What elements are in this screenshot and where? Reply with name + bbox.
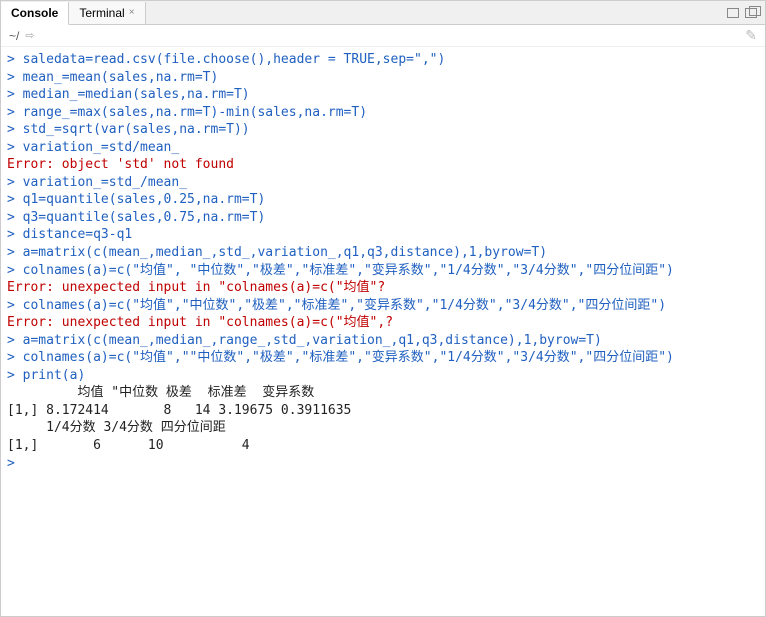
console-input-line: > xyxy=(7,455,759,473)
console-error-line: Error: unexpected input in "colnames(a)=… xyxy=(7,314,759,332)
console-input-line: > colnames(a)=c("均值","中位数","极差","标准差","变… xyxy=(7,297,759,315)
console-input-line: > distance=q3-q1 xyxy=(7,226,759,244)
prompt: > xyxy=(7,333,23,348)
console-panel: Console Terminal × ~/ ⇨ ✎ > saledata=rea… xyxy=(0,0,766,617)
prompt: > xyxy=(7,175,23,190)
line-text: range_=max(sales,na.rm=T)-min(sales,na.r… xyxy=(23,105,367,120)
restore-icon[interactable] xyxy=(745,8,757,18)
console-input-line: > colnames(a)=c("均值",""中位数","极差","标准差","… xyxy=(7,349,759,367)
console-output[interactable]: > saledata=read.csv(file.choose(),header… xyxy=(1,47,765,616)
minimize-icon[interactable] xyxy=(727,8,739,18)
line-text: print(a) xyxy=(23,368,86,383)
console-input-line: > saledata=read.csv(file.choose(),header… xyxy=(7,51,759,69)
toolbar-left: ~/ ⇨ xyxy=(9,29,745,43)
close-icon[interactable]: × xyxy=(129,7,135,18)
line-text: std_=sqrt(var(sales,na.rm=T)) xyxy=(23,122,250,137)
console-input-line: > median_=median(sales,na.rm=T) xyxy=(7,86,759,104)
line-text: Error: unexpected input in "colnames(a)=… xyxy=(7,280,385,295)
console-error-line: Error: object 'std' not found xyxy=(7,156,759,174)
console-input-line: > range_=max(sales,na.rm=T)-min(sales,na… xyxy=(7,104,759,122)
nav-arrow-icon[interactable]: ⇨ xyxy=(25,29,34,42)
console-input-line: > colnames(a)=c("均值", "中位数","极差","标准差","… xyxy=(7,262,759,280)
prompt: > xyxy=(7,192,23,207)
console-output-line: 均值 "中位数 极差 标准差 变异系数 xyxy=(7,384,759,402)
line-text: a=matrix(c(mean_,median_,range_,std_,var… xyxy=(23,333,602,348)
line-text: [1,] 6 10 4 xyxy=(7,438,250,453)
tab-label: Terminal xyxy=(79,6,124,20)
line-text: colnames(a)=c("均值","中位数","极差","标准差","变异系… xyxy=(23,298,666,313)
line-text: Error: object 'std' not found xyxy=(7,157,234,172)
tab-bar: Console Terminal × xyxy=(1,1,765,25)
prompt: > xyxy=(7,227,23,242)
console-input-line: > q1=quantile(sales,0.25,na.rm=T) xyxy=(7,191,759,209)
line-text: colnames(a)=c("均值", "中位数","极差","标准差","变异… xyxy=(23,263,674,278)
line-text: variation_=std/mean_ xyxy=(23,140,180,155)
tab-console[interactable]: Console xyxy=(1,2,69,25)
tab-label: Console xyxy=(11,6,58,20)
line-text: 均值 "中位数 极差 标准差 变异系数 xyxy=(7,385,314,400)
console-input-line: > a=matrix(c(mean_,median_,range_,std_,v… xyxy=(7,332,759,350)
console-input-line: > variation_=std/mean_ xyxy=(7,139,759,157)
prompt: > xyxy=(7,210,23,225)
line-text: q1=quantile(sales,0.25,na.rm=T) xyxy=(23,192,266,207)
prompt: > xyxy=(7,87,23,102)
console-input-line: > a=matrix(c(mean_,median_,std_,variatio… xyxy=(7,244,759,262)
line-text: colnames(a)=c("均值",""中位数","极差","标准差","变异… xyxy=(23,350,674,365)
console-output-line: [1,] 6 10 4 xyxy=(7,437,759,455)
cwd-label: ~/ xyxy=(9,29,19,43)
console-input-line: > mean_=mean(sales,na.rm=T) xyxy=(7,69,759,87)
console-error-line: Error: unexpected input in "colnames(a)=… xyxy=(7,279,759,297)
line-text: variation_=std_/mean_ xyxy=(23,175,187,190)
prompt: > xyxy=(7,122,23,137)
console-output-line: [1,] 8.172414 8 14 3.19675 0.3911635 xyxy=(7,402,759,420)
line-text: mean_=mean(sales,na.rm=T) xyxy=(23,70,219,85)
line-text: 1/4分数 3/4分数 四分位间距 xyxy=(7,420,226,435)
prompt: > xyxy=(7,70,23,85)
console-toolbar: ~/ ⇨ ✎ xyxy=(1,25,765,47)
line-text: median_=median(sales,na.rm=T) xyxy=(23,87,250,102)
prompt: > xyxy=(7,105,23,120)
line-text: q3=quantile(sales,0.75,na.rm=T) xyxy=(23,210,266,225)
console-output-line: 1/4分数 3/4分数 四分位间距 xyxy=(7,419,759,437)
prompt: > xyxy=(7,368,23,383)
console-input-line: > q3=quantile(sales,0.75,na.rm=T) xyxy=(7,209,759,227)
line-text: distance=q3-q1 xyxy=(23,227,133,242)
clear-console-icon[interactable]: ✎ xyxy=(745,27,757,44)
prompt: > xyxy=(7,350,23,365)
tab-terminal[interactable]: Terminal × xyxy=(69,2,145,24)
prompt: > xyxy=(7,456,23,471)
prompt: > xyxy=(7,52,23,67)
line-text: Error: unexpected input in "colnames(a)=… xyxy=(7,315,393,330)
line-text: saledata=read.csv(file.choose(),header =… xyxy=(23,52,446,67)
console-input-line: > std_=sqrt(var(sales,na.rm=T)) xyxy=(7,121,759,139)
prompt: > xyxy=(7,263,23,278)
console-input-line: > variation_=std_/mean_ xyxy=(7,174,759,192)
line-text: [1,] 8.172414 8 14 3.19675 0.3911635 xyxy=(7,403,351,418)
prompt: > xyxy=(7,298,23,313)
prompt: > xyxy=(7,245,23,260)
console-input-line: > print(a) xyxy=(7,367,759,385)
line-text: a=matrix(c(mean_,median_,std_,variation_… xyxy=(23,245,547,260)
prompt: > xyxy=(7,140,23,155)
window-controls xyxy=(727,8,765,18)
